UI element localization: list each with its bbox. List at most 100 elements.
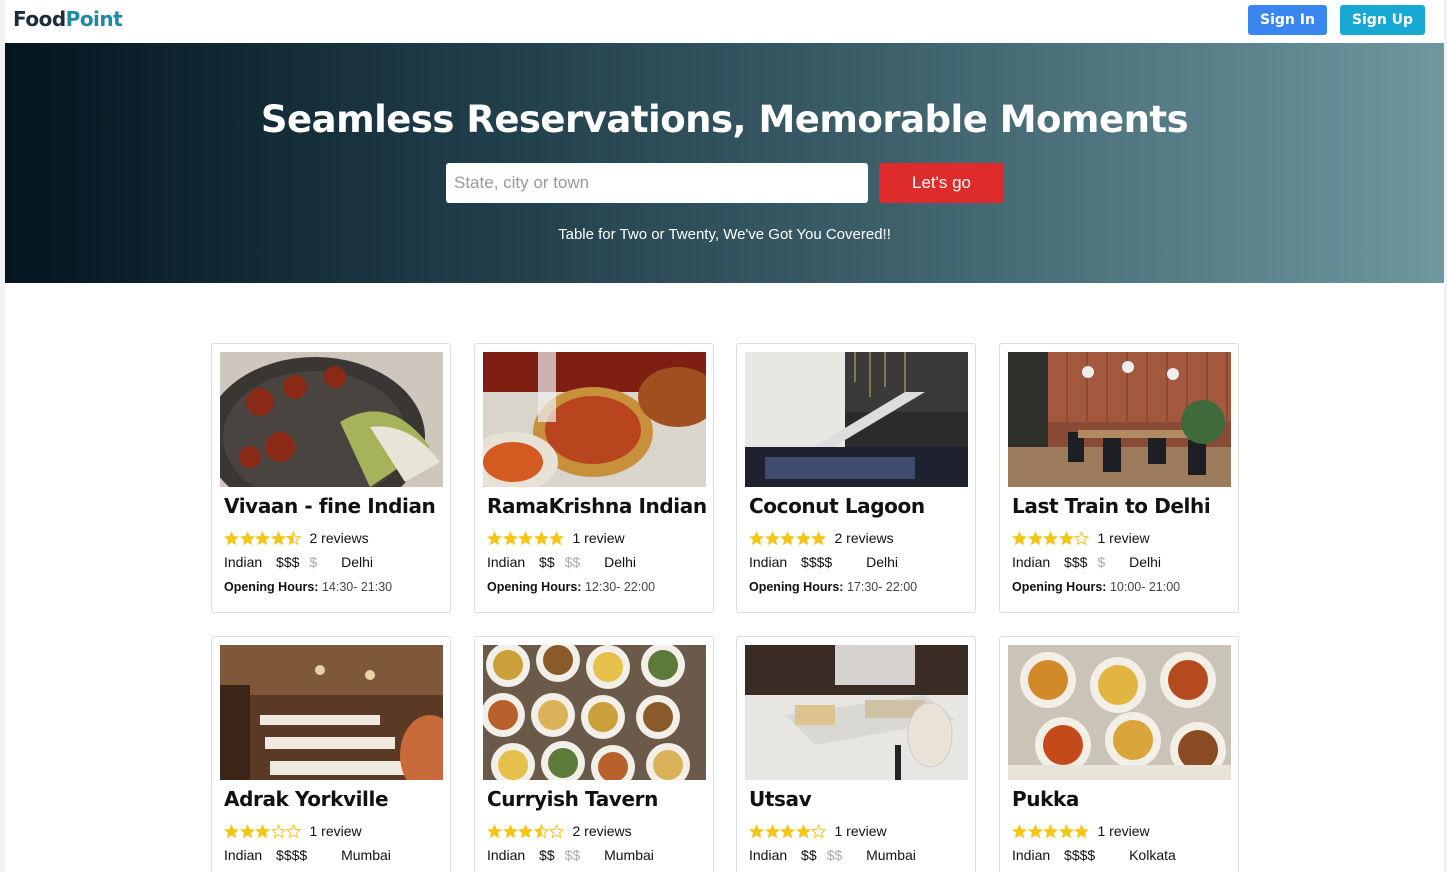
price-inactive: $ [1097,554,1106,570]
location-search-input[interactable] [446,163,868,203]
cuisine: Indian [749,554,788,570]
restaurant-photo[interactable] [220,645,443,780]
price-active: $$$ [1064,554,1088,570]
price-level: $$$$ [276,847,327,863]
opening-hours-label: Opening Hours: [1012,580,1107,594]
cuisine: Indian [749,847,788,863]
restaurant-card[interactable]: Last Train to Delhi 1 review Indian $$$ $… [999,343,1239,613]
opening-hours-label: Opening Hours: [487,580,582,594]
restaurant-card[interactable]: Utsav 1 review Indian $$ $$ Mumbai [736,636,976,872]
restaurant-meta: Indian $$$$ Delhi [749,554,908,570]
opening-hours-value: 14:30- 21:30 [321,580,393,594]
price-active: $$$ [276,554,300,570]
star-rating-icon [224,530,302,546]
rating-row: 2 reviews [749,530,894,546]
restaurant-card[interactable]: Coconut Lagoon 2 reviews Indian $$$$ Del… [736,343,976,613]
cuisine: Indian [1012,847,1051,863]
price-inactive: $$ [564,847,581,863]
opening-hours-value: 10:00- 21:00 [1109,580,1181,594]
cuisine: Indian [1012,554,1051,570]
city: Mumbai [604,847,654,863]
brand-part-food: Food [13,7,66,31]
city: Mumbai [866,847,916,863]
city: Delhi [1129,554,1161,570]
price-level: $$$$ [801,554,852,570]
review-count: 1 review [834,823,887,839]
plated-food-photo [220,352,443,487]
restaurant-name[interactable]: Utsav [749,787,812,811]
restaurant-photo[interactable] [483,645,706,780]
price-level: $$ $$ [801,847,852,863]
price-level: $$$$ [539,847,590,863]
restaurant-name[interactable]: RamaKrishna Indian [487,494,707,518]
restaurant-photo[interactable] [745,352,968,487]
price-level: $$$$ [1064,554,1115,570]
dining-room-photo [1008,352,1231,487]
brand-logo[interactable]: FoodPoint [13,7,123,31]
opening-hours-value: 12:30- 22:00 [584,580,656,594]
restaurant-photo[interactable] [483,352,706,487]
sign-up-button[interactable]: Sign Up [1340,5,1425,35]
opening-hours-value: 17:30- 22:00 [846,580,918,594]
hero-subtitle: Table for Two or Twenty, We've Got You C… [558,226,891,243]
restaurant-card[interactable]: RamaKrishna Indian 1 review Indian $$ $$ … [474,343,714,613]
price-active: $$ [539,554,555,570]
restaurant-meta: Indian $$ $$ Mumbai [749,847,926,863]
hero-title: Seamless Reservations, Memorable Moments [260,98,1189,141]
price-level: $$$$ [276,554,327,570]
restaurant-name[interactable]: Adrak Yorkville [224,787,389,811]
restaurant-meta: Indian $$$$ Kolkata [1012,847,1186,863]
sign-in-button[interactable]: Sign In [1248,5,1327,35]
restaurant-photo[interactable] [745,645,968,780]
restaurant-card[interactable]: Curryish Tavern 2 reviews Indian $$ $$ Mu… [474,636,714,872]
price-active: $$$$ [276,847,308,863]
price-active: $$ [801,847,817,863]
rating-row: 1 review [224,823,362,839]
cuisine: Indian [487,847,526,863]
rating-row: 1 review [1012,530,1150,546]
star-rating-icon [1012,823,1090,839]
restaurant-card[interactable]: Adrak Yorkville 1 review Indian $$$$ Mum… [211,636,451,872]
restaurant-card[interactable]: Pukka 1 review Indian $$$$ Kolkata [999,636,1239,872]
star-rating-icon [224,823,302,839]
restaurant-photo[interactable] [1008,645,1231,780]
opening-hours: Opening Hours: 10:00- 21:00 [1012,580,1180,594]
curry-spread-photo [1008,645,1231,780]
restaurant-name[interactable]: Last Train to Delhi [1012,494,1211,518]
review-count: 2 reviews [834,530,894,546]
city: Kolkata [1129,847,1176,863]
interior-photo [745,352,968,487]
review-count: 1 review [572,530,625,546]
cuisine: Indian [224,554,263,570]
city: Delhi [604,554,636,570]
opening-hours: Opening Hours: 17:30- 22:00 [749,580,917,594]
restaurant-name[interactable]: Curryish Tavern [487,787,658,811]
star-rating-icon [1012,530,1090,546]
price-level: $$$$ [539,554,590,570]
cuisine: Indian [224,847,263,863]
restaurant-name[interactable]: Coconut Lagoon [749,494,925,518]
restaurant-name[interactable]: Vivaan - fine Indian [224,494,436,518]
restaurant-meta: Indian $$ $$ Mumbai [487,847,664,863]
restaurant-photo[interactable] [1008,352,1231,487]
rating-row: 2 reviews [487,823,632,839]
city: Mumbai [341,847,391,863]
star-rating-icon [487,530,565,546]
hero-banner: Seamless Reservations, Memorable Moments… [5,43,1444,283]
rating-row: 1 review [487,530,625,546]
restaurant-card[interactable]: Vivaan - fine Indian 2 reviews Indian $$… [211,343,451,613]
restaurant-name[interactable]: Pukka [1012,787,1079,811]
star-rating-icon [749,823,827,839]
opening-hours: Opening Hours: 14:30- 21:30 [224,580,392,594]
star-rating-icon [749,530,827,546]
city: Delhi [341,554,373,570]
curry-dishes-photo [483,352,706,487]
opening-hours-label: Opening Hours: [224,580,319,594]
star-rating-icon [487,823,565,839]
lets-go-button[interactable]: Let's go [879,163,1004,203]
price-active: $$$$ [801,554,833,570]
review-count: 2 reviews [309,530,369,546]
restaurant-photo[interactable] [220,352,443,487]
price-inactive: $$ [826,847,843,863]
cuisine: Indian [487,554,526,570]
